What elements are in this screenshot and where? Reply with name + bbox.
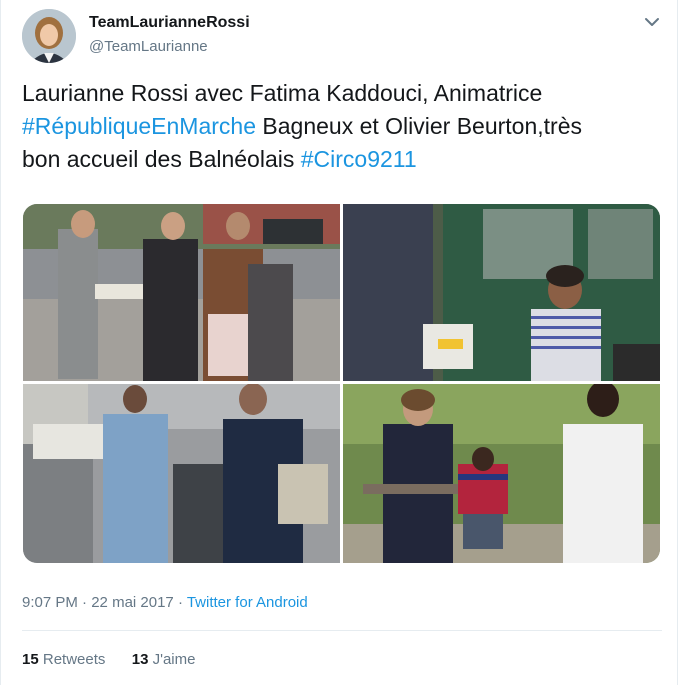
hashtag-link[interactable]: #Circo9211 bbox=[301, 146, 417, 172]
tweet-text-line: Bagneux et Olivier Beurton,très bbox=[256, 113, 582, 139]
photo-2[interactable] bbox=[343, 204, 660, 381]
avatar[interactable] bbox=[22, 9, 76, 63]
tweet-date[interactable]: 22 mai 2017 bbox=[91, 594, 174, 611]
tweet-text-line: Laurianne Rossi avec Fatima Kaddouci, An… bbox=[22, 80, 543, 106]
photo-grid bbox=[23, 204, 660, 563]
photo-4[interactable] bbox=[343, 384, 660, 563]
meta-separator: · bbox=[77, 594, 92, 611]
tweet-text-line: bon accueil des Balnéolais bbox=[22, 146, 301, 172]
meta-separator: · bbox=[173, 594, 187, 611]
likes-label: J'aime bbox=[148, 651, 196, 668]
photo-1[interactable] bbox=[23, 204, 340, 381]
likes-stat[interactable]: 13 J'aime bbox=[132, 651, 196, 668]
likes-count: 13 bbox=[131, 651, 149, 668]
divider bbox=[22, 630, 662, 631]
tweet-source-link[interactable]: Twitter for Android bbox=[187, 594, 308, 611]
tweet-time[interactable]: 9:07 PM bbox=[22, 594, 78, 611]
tweet-stats: 15 Retweets 13 J'aime bbox=[22, 651, 195, 668]
retweets-count: 15 bbox=[22, 651, 39, 668]
author-name[interactable]: TeamLaurianneRossi bbox=[89, 14, 250, 32]
chevron-down-icon[interactable] bbox=[642, 12, 662, 32]
tweet-text: Laurianne Rossi avec Fatima Kaddouci, An… bbox=[22, 77, 662, 176]
retweets-label: Retweets bbox=[38, 651, 106, 668]
hashtag-link[interactable]: #RépubliqueEnMarche bbox=[22, 113, 256, 139]
tweet-meta: 9:07 PM · 22 mai 2017 · Twitter for Andr… bbox=[22, 594, 308, 611]
photo-3[interactable] bbox=[23, 384, 340, 563]
tweet-card: TeamLaurianneRossi @TeamLaurianne Lauria… bbox=[0, 0, 678, 685]
retweets-stat[interactable]: 15 Retweets bbox=[22, 651, 105, 668]
author-handle[interactable]: @TeamLaurianne bbox=[89, 38, 208, 55]
